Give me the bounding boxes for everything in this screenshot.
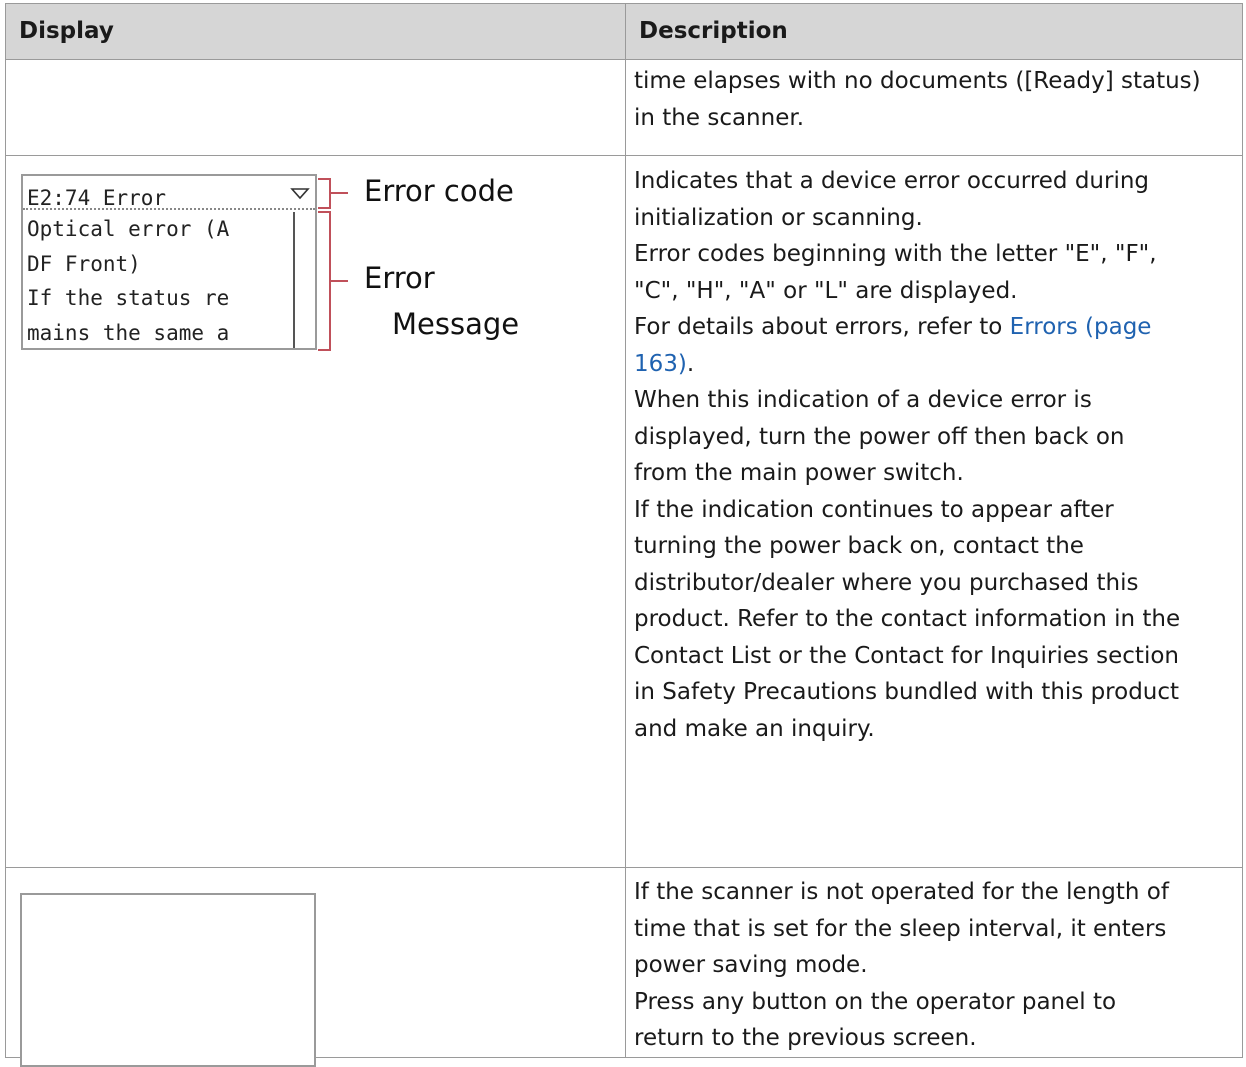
- callout-error-message-line1: Error: [364, 261, 435, 295]
- callout-error-message-line2: Message: [392, 307, 520, 341]
- lcd-message-line: DF Front): [27, 251, 141, 276]
- errors-page-link-continued[interactable]: 163): [634, 351, 687, 377]
- description-line: in the scanner.: [634, 104, 805, 131]
- table-row: time elapses with no documents ([Ready] …: [5, 59, 1243, 156]
- description-line: Contact List or the Contact for Inquirie…: [634, 642, 1179, 669]
- description-line: "C", "H", "A" or "L" are displayed.: [634, 277, 1018, 304]
- display-cell-sleep: [5, 867, 626, 1067]
- description-line: For details about errors, refer to Error…: [634, 309, 1234, 346]
- description-line: 163).: [634, 346, 1234, 383]
- lcd-error-message: Optical error (A DF Front) If the status…: [27, 212, 297, 348]
- triangle-down-icon: [290, 188, 310, 200]
- description-line: power saving mode.: [634, 952, 868, 978]
- description-line: displayed, turn the power off then back …: [634, 423, 1125, 450]
- description-line: turning the power back on, contact the: [634, 533, 1084, 559]
- display-cell-error: E2:74 Error Optical error (A DF Front) I…: [5, 155, 626, 868]
- sleep-display-figure: [6, 868, 625, 1067]
- table-row: E2:74 Error Optical error (A DF Front) I…: [5, 155, 1243, 868]
- description-text: For details about errors, refer to: [634, 314, 1010, 340]
- description-line: product. Refer to the contact informatio…: [634, 606, 1181, 632]
- lcd-header: E2:74 Error: [23, 176, 315, 210]
- header-display: Display: [5, 3, 626, 60]
- lcd-error-screen: E2:74 Error Optical error (A DF Front) I…: [21, 174, 317, 350]
- description-cell: If the scanner is not operated for the l…: [625, 867, 1243, 1058]
- callout-error-code: Error code: [364, 174, 514, 208]
- lcd-blank-screen: [20, 893, 316, 1067]
- description-line: and make an inquiry.: [634, 715, 875, 742]
- header-description: Description: [625, 3, 1243, 60]
- description-cell: time elapses with no documents ([Ready] …: [625, 59, 1243, 156]
- errors-page-link[interactable]: Errors (page: [1010, 314, 1152, 340]
- display-description-table: Display Description time elapses with no…: [5, 3, 1243, 1067]
- lcd-message-line: Optical error (A: [27, 217, 230, 241]
- description-text: .: [686, 350, 695, 377]
- description-line: time elapses with no documents ([Ready] …: [634, 68, 1201, 94]
- description-line: from the main power switch.: [634, 460, 964, 486]
- description-line: Press any button on the operator panel t…: [634, 988, 1117, 1015]
- error-display-figure: E2:74 Error Optical error (A DF Front) I…: [6, 156, 625, 867]
- lcd-scrollbar: [293, 212, 315, 348]
- table-header-row: Display Description: [5, 3, 1243, 60]
- description-line: If the scanner is not operated for the l…: [634, 879, 1169, 905]
- description-line: return to the previous screen.: [634, 1025, 977, 1051]
- description-line: Indicates that a device error occurred d…: [634, 168, 1150, 194]
- description-line: distributor/dealer where you purchased t…: [634, 569, 1139, 596]
- table-row: If the scanner is not operated for the l…: [5, 867, 1243, 1067]
- lcd-message-line: If the status re: [27, 286, 230, 310]
- description-line: If the indication continues to appear af…: [634, 496, 1114, 523]
- description-line: Error codes beginning with the letter "E…: [634, 241, 1157, 267]
- description-cell: Indicates that a device error occurred d…: [625, 155, 1243, 868]
- description-line: initialization or scanning.: [634, 204, 923, 231]
- description-line: When this indication of a device error i…: [634, 387, 1092, 413]
- description-line: time that is set for the sleep interval,…: [634, 915, 1167, 942]
- display-cell-empty: [5, 59, 626, 156]
- callout-brackets: [318, 178, 348, 351]
- lcd-message-line: mains the same a: [27, 320, 230, 345]
- description-line: in Safety Precautions bundled with this …: [634, 679, 1180, 705]
